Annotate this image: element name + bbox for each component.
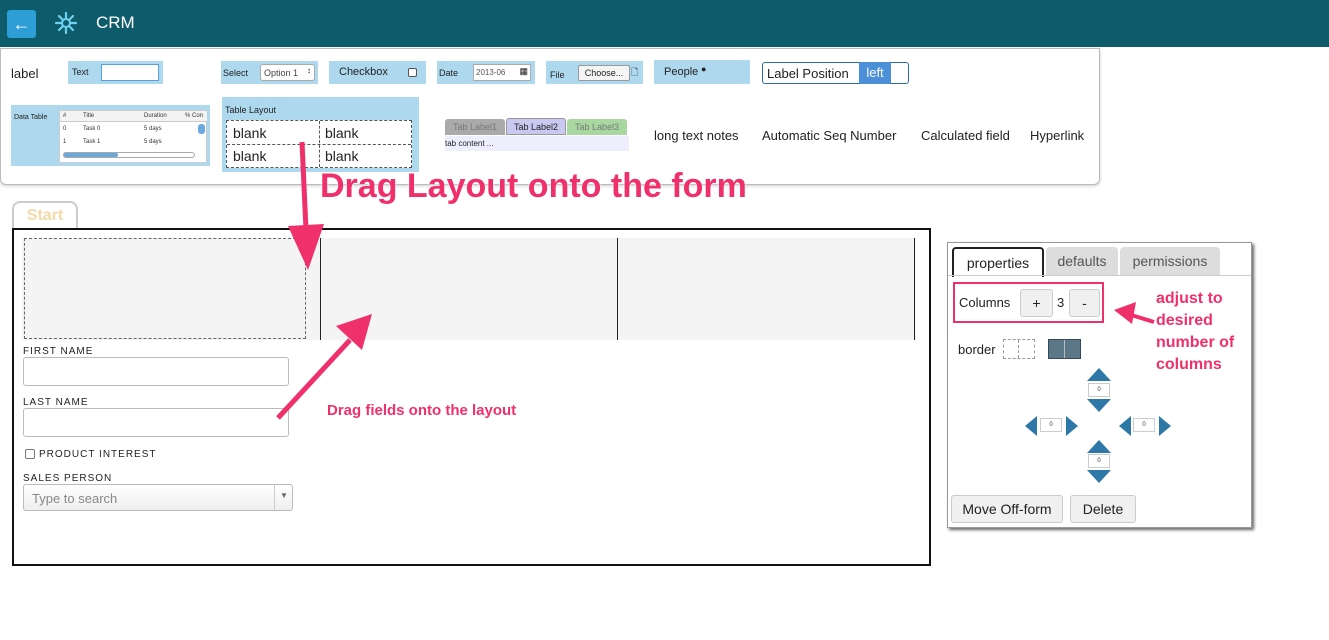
adjust-columns-annotation: adjust to desired number of columns [1156, 290, 1235, 373]
annotation-arrow-down [288, 224, 324, 270]
annotation-arrows [276, 141, 1155, 420]
annotation-arrow-up [336, 314, 372, 350]
drag-fields-annotation: Drag fields onto the layout [327, 402, 517, 419]
drag-layout-annotation: Drag Layout onto the form [320, 167, 747, 205]
annotation-arrow-left [1114, 302, 1136, 324]
